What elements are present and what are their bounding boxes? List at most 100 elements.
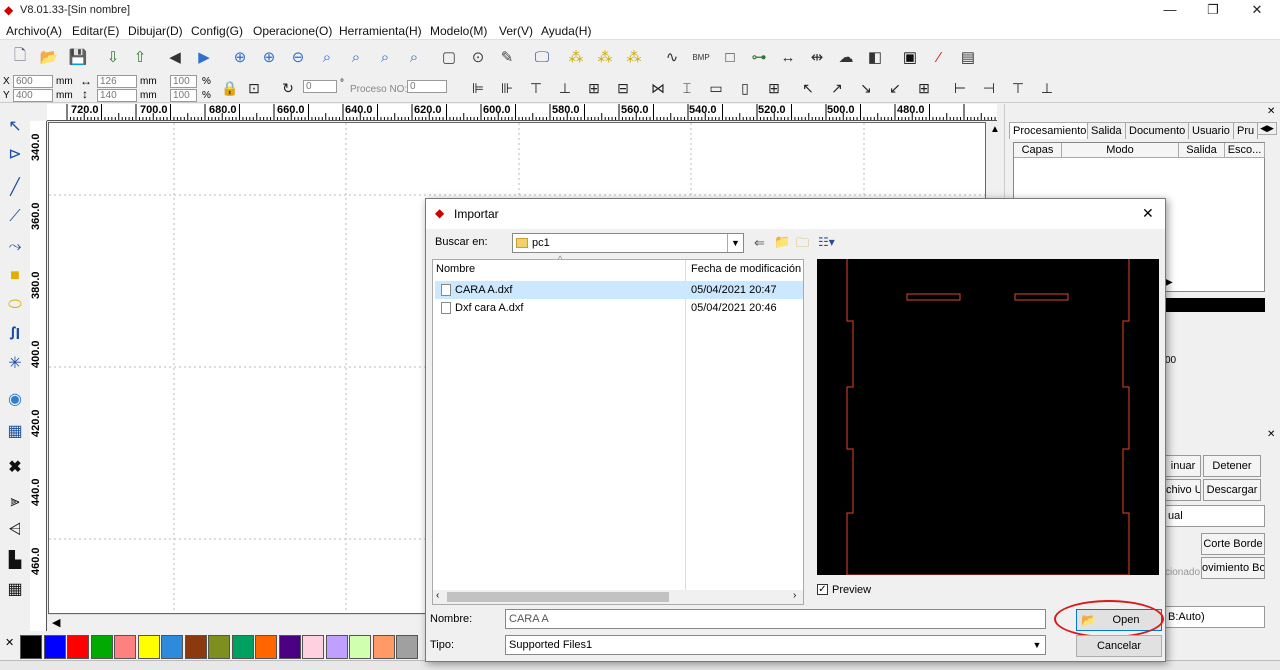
tab-documento[interactable]: Documento [1125,122,1190,139]
y-input[interactable]: 400 [13,89,53,102]
curve-icon[interactable]: ∿ [660,45,684,69]
corner-bl-icon[interactable]: ↙ [885,78,905,98]
tab-salida[interactable]: Salida [1087,122,1126,139]
up-folder-icon[interactable]: 📁 [774,234,790,250]
align-bottom-icon[interactable]: ⊥ [555,78,575,98]
output-tool-icon[interactable]: ▙ [3,548,27,572]
proceso-input[interactable]: 0 [407,80,447,93]
width-input[interactable]: 126 [97,75,137,88]
x-input[interactable]: 600 [13,75,53,88]
color-swatch[interactable] [325,635,348,659]
delete-tool-icon[interactable]: ✖ [3,455,27,479]
color-swatch[interactable] [137,635,160,659]
tab-usuario[interactable]: Usuario [1188,122,1234,139]
file-name-input[interactable]: CARA A [505,609,1046,629]
dist-h-icon[interactable]: ▭ [706,78,726,98]
corner-tr-icon[interactable]: ↗ [827,78,847,98]
color-swatch[interactable] [43,635,66,659]
hscroll-right-icon[interactable]: › [793,590,796,601]
file-row[interactable]: CARA A.dxf 05/04/2021 20:47 [435,281,803,299]
zoom-out-icon[interactable]: ⊖ [286,45,310,69]
height-input[interactable]: 140 [97,89,137,102]
frame-size-icon[interactable]: ⊡ [244,78,264,98]
center-icon[interactable]: ⊞ [764,78,784,98]
menu-config[interactable]: Config(G) [191,24,243,38]
node-edit-icon[interactable]: ⊳ [3,142,27,166]
restore-button[interactable]: ❐ [1203,2,1223,18]
tree-icon[interactable]: ⊶ [747,45,771,69]
file-type-select[interactable]: Supported Files1 ▼ [505,635,1046,655]
zoom-all-icon[interactable]: ⌕ [373,45,397,69]
col-nombre[interactable]: Nombre [436,263,475,275]
edge-right-icon[interactable]: ⊣ [979,78,999,98]
same-height-icon[interactable]: ⌶ [677,78,697,98]
page-center-icon[interactable]: ⊞ [914,78,934,98]
port-select[interactable]: B:Auto) [1165,606,1265,628]
cancel-button[interactable]: Cancelar [1076,635,1162,657]
array-icon[interactable]: ⁂ [564,45,588,69]
minimize-button[interactable]: — [1160,2,1180,18]
corte-borde-button[interactable]: Corte Borde [1201,533,1265,555]
edge-left-icon[interactable]: ⊢ [950,78,970,98]
array3-icon[interactable]: ⁂ [622,45,646,69]
color-swatch[interactable] [302,635,324,659]
look-in-select[interactable]: pc1 ▼ [512,233,744,253]
color-swatch[interactable] [90,635,113,659]
preview-checkbox[interactable]: ✓ [817,584,828,595]
undo-icon[interactable]: ◀ [163,45,187,69]
type-dropdown-icon[interactable]: ▼ [1029,636,1045,654]
open-folder-icon[interactable]: 📂 [37,45,61,69]
menu-archivo[interactable]: Archivo(A) [6,24,62,38]
node-icon[interactable]: ⊙ [466,45,490,69]
menu-ayuda[interactable]: Ayuda(H) [541,24,591,38]
color-swatch[interactable] [184,635,207,659]
pen-icon[interactable]: ✎ [495,45,519,69]
edge-top-icon[interactable]: ⊤ [1008,78,1028,98]
detener-button[interactable]: Detener [1203,455,1261,477]
corner-br-icon[interactable]: ↘ [856,78,876,98]
hscroll-left-icon[interactable]: ‹ [436,590,439,601]
file-list-hscroll[interactable]: ‹ › [433,590,803,604]
new-file-icon[interactable]: 🗋 [8,45,32,69]
bitmap-tool-icon[interactable]: ◉ [3,387,27,411]
menu-ver[interactable]: Ver(V) [499,24,533,38]
movimiento-borde-button[interactable]: ovimiento Bord [1201,557,1265,579]
tab-procesamiento[interactable]: Procesamiento [1009,122,1091,139]
color-swatch[interactable] [161,635,183,659]
width-icon[interactable]: ↔ [776,45,800,69]
mirror-v-icon[interactable]: ⩤ [3,518,27,542]
scale-x-input[interactable]: 100 [170,75,197,88]
export-icon[interactable]: ⇧ [128,45,152,69]
select-tool-icon[interactable]: ↖ [3,114,27,138]
color-swatch[interactable] [208,635,230,659]
color-swatch[interactable] [67,635,89,659]
save-icon[interactable]: 💾 [66,45,90,69]
ruler-icon[interactable]: ▤ [956,45,980,69]
menu-dibujar[interactable]: Dibujar(D) [128,24,183,38]
archivo-button[interactable]: chivo U [1165,479,1201,501]
align-right-icon[interactable]: ⊪ [497,78,517,98]
panel-icon[interactable]: ◧ [863,45,887,69]
color-swatch[interactable] [372,635,395,659]
menu-operacione[interactable]: Operacione(O) [253,24,332,38]
file-row[interactable]: Dxf cara A.dxf 05/04/2021 20:46 [435,299,803,317]
array2-icon[interactable]: ⁂ [593,45,617,69]
tab-scroll-icon[interactable]: ◀▶ [1257,122,1277,135]
color-swatch[interactable] [278,635,301,659]
panel-close-icon[interactable]: ✕ [1267,106,1275,117]
mirror-h-icon[interactable]: ⫸ [3,490,27,514]
color-swatch[interactable] [20,635,42,659]
redo-icon[interactable]: ▶ [192,45,216,69]
bmp-icon[interactable]: BMP [689,45,713,69]
array-tool-icon[interactable]: ▦ [3,577,27,601]
menu-herramienta[interactable]: Herramienta(H) [339,24,422,38]
descargar-button[interactable]: Descargar [1203,479,1261,501]
col-fecha[interactable]: Fecha de modificación [691,263,801,275]
color-swatch[interactable] [114,635,136,659]
align-left-icon[interactable]: ⊫ [468,78,488,98]
scroll-left-icon[interactable]: ◀ [52,616,60,629]
edge-bottom-icon[interactable]: ⊥ [1037,78,1057,98]
import-icon[interactable]: ⇩ [101,45,125,69]
monitor-icon[interactable]: 🖵 [530,45,554,69]
zoom-page-icon[interactable]: ⌕ [344,45,368,69]
